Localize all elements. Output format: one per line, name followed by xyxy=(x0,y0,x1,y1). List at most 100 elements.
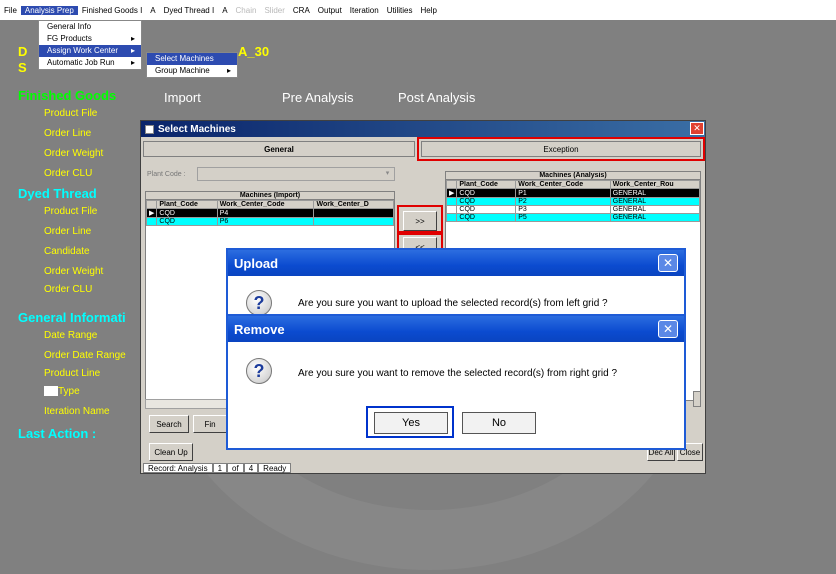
menu-general-info[interactable]: General Info xyxy=(39,21,141,33)
cell: CQD xyxy=(156,217,218,226)
menu-file[interactable]: File xyxy=(0,6,21,15)
remove-dialog-message: Are you sure you want to remove the sele… xyxy=(298,368,618,379)
window-close-icon[interactable]: ✕ xyxy=(690,122,704,135)
menu-output[interactable]: Output xyxy=(314,6,346,15)
menu-a2[interactable]: A xyxy=(218,6,231,15)
row-header-cell xyxy=(446,205,458,214)
title-d: D xyxy=(18,44,28,59)
cell: CQD xyxy=(456,188,517,198)
gi-order-date-range[interactable]: Order Date Range xyxy=(44,350,126,361)
window-title: Select Machines xyxy=(158,123,236,135)
row-pointer-icon: ▶ xyxy=(446,188,458,198)
menu-dyed-thread[interactable]: Dyed Thread I xyxy=(160,6,219,15)
dt-order-weight[interactable]: Order Weight xyxy=(44,266,103,277)
menu-select-machines-label: Select Machines xyxy=(155,54,214,63)
dt-product-file[interactable]: Product File xyxy=(44,206,97,217)
header-import: Import xyxy=(164,90,201,105)
col-work-center-code[interactable]: Work_Center_Code xyxy=(216,200,315,209)
table-row[interactable]: CQD P6 xyxy=(146,217,394,226)
plant-code-label: Plant Code : xyxy=(147,171,186,178)
plant-code-select[interactable]: ▾ xyxy=(197,167,395,181)
title-s: S xyxy=(18,60,27,75)
assign-work-center-menu: Select Machines Group Machine ▸ xyxy=(146,52,238,78)
menu-finished-goods[interactable]: Finished Goods I xyxy=(78,6,146,15)
highlight-move-right xyxy=(397,205,443,233)
search-button-label: Search xyxy=(156,419,182,429)
table-row[interactable]: CQD P3 GENERAL xyxy=(446,205,700,214)
remove-dialog-title: Remove xyxy=(228,316,684,342)
dt-candidate[interactable]: Candidate xyxy=(44,246,90,257)
menu-select-machines[interactable]: Select Machines xyxy=(147,53,237,65)
row-pointer-icon: ▶ xyxy=(146,208,158,218)
clean-up-button[interactable]: Clean Up xyxy=(149,443,193,461)
upload-close-icon[interactable]: ✕ xyxy=(658,254,678,272)
menu-assign-work-center-label: Assign Work Center xyxy=(47,46,118,55)
grid-import-caption: Machines (Import) xyxy=(146,192,394,200)
gi-date-range[interactable]: Date Range xyxy=(44,330,97,341)
menu-utilities[interactable]: Utilities xyxy=(383,6,417,15)
gi-iteration-name[interactable]: Iteration Name xyxy=(44,406,110,417)
status-record: Record: Analysis xyxy=(143,463,213,473)
table-row[interactable]: CQD P5 GENERAL xyxy=(446,213,700,222)
analysis-prep-menu: General Info FG Products ▸ Assign Work Ce… xyxy=(38,20,142,70)
col-plant-code[interactable]: Plant_Code xyxy=(456,180,517,189)
menu-automatic-job-run-label: Automatic Job Run xyxy=(47,58,115,67)
remove-dialog: Remove ✕ ? Are you sure you want to remo… xyxy=(226,314,686,450)
gi-product-line[interactable]: Product Line xyxy=(44,368,100,379)
menu-slider[interactable]: Slider xyxy=(260,6,288,15)
no-button-label: No xyxy=(491,417,507,429)
menu-group-machine[interactable]: Group Machine ▸ xyxy=(147,65,237,77)
table-row[interactable]: ▶ CQD P4 xyxy=(146,208,394,218)
fg-order-weight[interactable]: Order Weight xyxy=(44,148,103,159)
tab-general[interactable]: General xyxy=(143,141,415,157)
menu-automatic-job-run[interactable]: Automatic Job Run ▸ xyxy=(39,57,141,69)
cell: GENERAL xyxy=(609,188,700,198)
fg-order-clu[interactable]: Order CLU xyxy=(44,168,92,179)
no-button[interactable]: No xyxy=(462,412,536,434)
status-of: of xyxy=(227,463,244,473)
dt-order-clu[interactable]: Order CLU xyxy=(44,284,92,295)
grid-analysis-caption: Machines (Analysis) xyxy=(446,172,700,180)
general-info-heading: General Informati xyxy=(18,310,126,325)
upload-dialog-message: Are you sure you want to upload the sele… xyxy=(298,298,608,309)
gi-type[interactable]: Type xyxy=(58,386,80,397)
scroll-right-arrow-icon[interactable] xyxy=(693,391,701,407)
cell: P5 xyxy=(515,213,611,222)
fg-order-line[interactable]: Order Line xyxy=(44,128,91,139)
menu-cra[interactable]: CRA xyxy=(289,6,314,15)
menu-chain[interactable]: Chain xyxy=(232,6,261,15)
menu-assign-work-center[interactable]: Assign Work Center ▸ xyxy=(39,45,141,57)
cell xyxy=(313,208,394,218)
find-button[interactable]: Fin xyxy=(193,415,227,433)
row-header-cell xyxy=(146,217,158,226)
menu-iteration[interactable]: Iteration xyxy=(346,6,383,15)
search-button[interactable]: Search xyxy=(149,415,189,433)
cell: P4 xyxy=(216,208,315,218)
col-work-center-code[interactable]: Work_Center_Code xyxy=(515,180,611,189)
fg-product-file[interactable]: Product File xyxy=(44,108,97,119)
submenu-arrow-icon: ▸ xyxy=(226,66,231,75)
table-row[interactable]: CQD P2 GENERAL xyxy=(446,197,700,206)
menu-fg-products[interactable]: FG Products ▸ xyxy=(39,33,141,45)
col-plant-code[interactable]: Plant_Code xyxy=(156,200,218,209)
status-ready: Ready xyxy=(258,463,292,473)
menu-analysis-prep[interactable]: Analysis Prep xyxy=(20,5,78,15)
finished-goods-heading: Finished Goods xyxy=(18,88,117,103)
find-button-label: Fin xyxy=(204,419,216,429)
row-header-cell xyxy=(146,200,158,209)
submenu-arrow-icon: ▸ xyxy=(130,46,135,55)
cell: P3 xyxy=(515,205,611,214)
dt-order-line[interactable]: Order Line xyxy=(44,226,91,237)
cell: P1 xyxy=(515,188,611,198)
menu-a1[interactable]: A xyxy=(146,6,159,15)
highlight-exception-tab xyxy=(417,137,705,161)
menu-help[interactable]: Help xyxy=(416,6,440,15)
col-work-center-rou[interactable]: Work_Center_Rou xyxy=(609,180,700,189)
cell xyxy=(313,217,394,226)
cell: CQD xyxy=(456,205,517,214)
upload-dialog-title: Upload xyxy=(228,250,684,276)
remove-close-icon[interactable]: ✕ xyxy=(658,320,678,338)
col-work-center-d[interactable]: Work_Center_D xyxy=(313,200,394,209)
dyed-thread-heading: Dyed Thread xyxy=(18,186,97,201)
table-row[interactable]: ▶ CQD P1 GENERAL xyxy=(446,188,700,198)
